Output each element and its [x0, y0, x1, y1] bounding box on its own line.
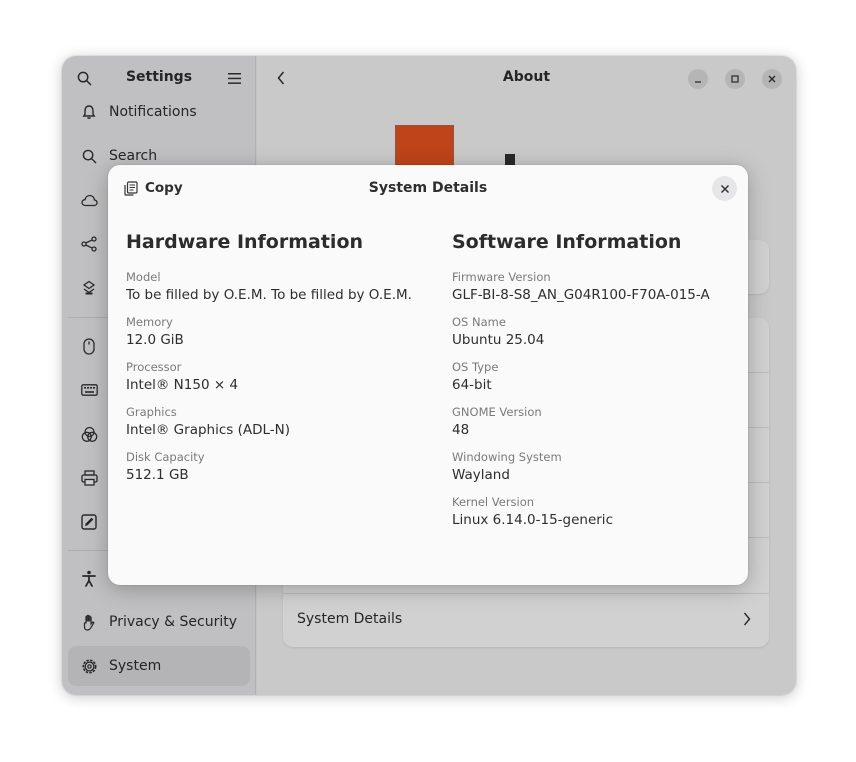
- field-value: GLF-BI-8-S8_AN_G04R100-F70A-015-A: [452, 287, 710, 303]
- section-heading: Software Information: [452, 231, 682, 253]
- software-field-windowing-system: Windowing System Wayland: [452, 450, 562, 483]
- software-information-section: Software Information Firmware Version GL…: [452, 231, 732, 528]
- field-label: Kernel Version: [452, 495, 535, 509]
- field-label: GNOME Version: [452, 405, 542, 419]
- dialog-close-button[interactable]: [712, 176, 737, 201]
- hardware-field-processor: Processor Intel® N150 × 4: [126, 360, 238, 393]
- field-value: Linux 6.14.0-15-generic: [452, 512, 613, 528]
- hardware-information-section: Hardware Information Model To be filled …: [126, 231, 436, 483]
- field-label: Memory: [126, 315, 173, 329]
- close-icon: [720, 184, 729, 193]
- hardware-field-model: Model To be filled by O.E.M. To be fille…: [126, 270, 412, 303]
- software-field-os-type: OS Type 64-bit: [452, 360, 498, 393]
- field-value: 48: [452, 422, 470, 438]
- system-details-dialog: Copy System Details Hardware Information…: [108, 165, 748, 585]
- software-field-os-name: OS Name Ubuntu 25.04: [452, 315, 544, 348]
- field-label: OS Type: [452, 360, 499, 374]
- hardware-field-disk-capacity: Disk Capacity 512.1 GB: [126, 450, 205, 483]
- software-field-firmware-version: Firmware Version GLF-BI-8-S8_AN_G04R100-…: [452, 270, 710, 303]
- software-field-kernel-version: Kernel Version Linux 6.14.0-15-generic: [452, 495, 613, 528]
- field-label: Model: [126, 270, 161, 284]
- software-field-gnome-version: GNOME Version 48: [452, 405, 542, 438]
- field-value: To be filled by O.E.M. To be filled by O…: [126, 287, 412, 303]
- field-value: 64-bit: [452, 377, 492, 393]
- field-label: OS Name: [452, 315, 506, 329]
- dialog-title: System Details: [368, 180, 488, 196]
- field-value: 512.1 GB: [126, 467, 189, 483]
- section-heading: Hardware Information: [126, 231, 364, 253]
- field-label: Graphics: [126, 405, 177, 419]
- hardware-field-graphics: Graphics Intel® Graphics (ADL-N): [126, 405, 290, 438]
- field-value: Wayland: [452, 467, 510, 483]
- field-value: Ubuntu 25.04: [452, 332, 545, 348]
- field-label: Windowing System: [452, 450, 562, 464]
- hardware-field-memory: Memory 12.0 GiB: [126, 315, 184, 348]
- field-value: 12.0 GiB: [126, 332, 184, 348]
- field-label: Processor: [126, 360, 182, 374]
- field-value: Intel® N150 × 4: [126, 377, 239, 393]
- field-label: Disk Capacity: [126, 450, 205, 464]
- field-value: Intel® Graphics (ADL-N): [126, 422, 291, 438]
- field-label: Firmware Version: [452, 270, 551, 284]
